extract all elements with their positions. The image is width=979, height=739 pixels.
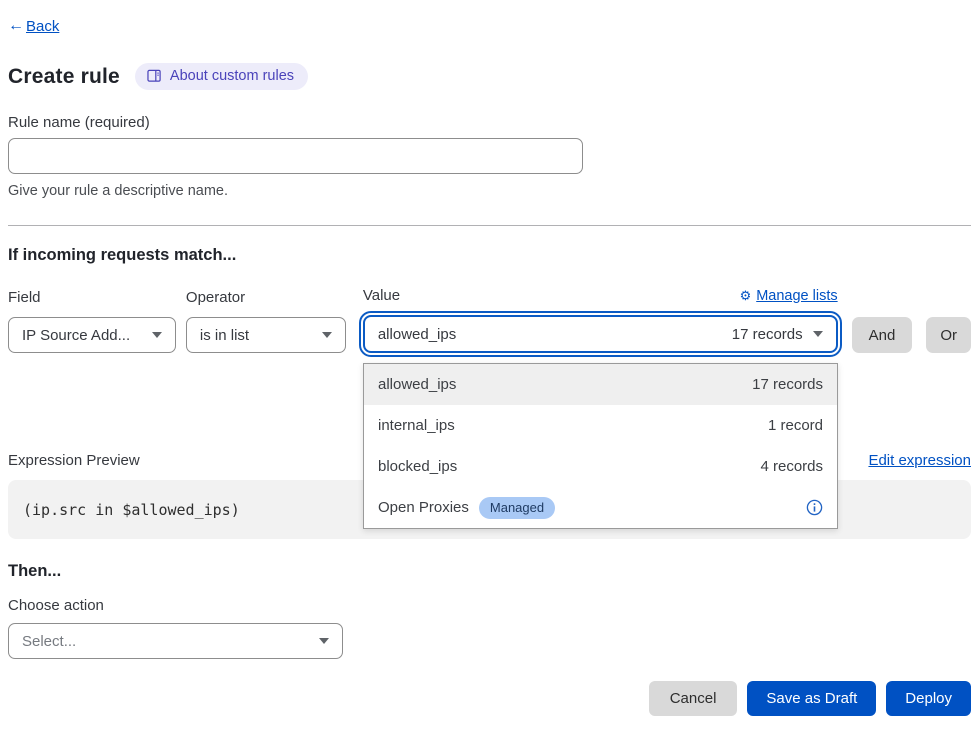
list-option-meta: 1 record [768, 417, 823, 434]
about-badge-label: About custom rules [170, 68, 294, 84]
value-select[interactable]: allowed_ips 17 records [363, 315, 838, 353]
create-rule-page: ←Back Create rule About custom rules Rul… [0, 0, 979, 716]
back-link[interactable]: ←Back [8, 17, 59, 35]
value-label: Value [363, 287, 400, 304]
value-select-value: allowed_ips [378, 326, 456, 343]
back-arrow-icon: ← [8, 17, 24, 35]
deploy-button[interactable]: Deploy [886, 681, 971, 716]
action-select[interactable]: Select... [8, 623, 343, 659]
save-as-draft-button[interactable]: Save as Draft [747, 681, 876, 716]
list-option-allowed-ips[interactable]: allowed_ips 17 records [364, 364, 837, 405]
field-label: Field [8, 289, 176, 306]
expression-code: (ip.src in $allowed_ips) [23, 501, 240, 519]
edit-expression-link[interactable]: Edit expression [868, 452, 971, 469]
list-option-internal-ips[interactable]: internal_ips 1 record [364, 405, 837, 446]
list-option-name: blocked_ips [378, 458, 457, 475]
back-link-label: Back [26, 18, 59, 35]
rule-name-input[interactable] [8, 138, 583, 174]
list-option-meta: 4 records [760, 458, 823, 475]
manage-lists-link[interactable]: ⚙ Manage lists [740, 288, 838, 304]
or-button[interactable]: Or [926, 317, 971, 353]
field-select-value: IP Source Add... [22, 327, 130, 344]
and-button[interactable]: And [852, 317, 913, 353]
info-icon[interactable] [806, 499, 823, 516]
operator-select-value: is in list [200, 327, 249, 344]
manage-lists-label: Manage lists [756, 288, 837, 304]
list-option-name: internal_ips [378, 417, 455, 434]
page-title: Create rule [8, 65, 120, 89]
rule-name-label: Rule name (required) [8, 114, 971, 131]
value-select-records: 17 records [732, 326, 803, 343]
list-option-name: allowed_ips [378, 376, 456, 393]
operator-select[interactable]: is in list [186, 317, 346, 353]
chevron-down-icon [319, 638, 329, 644]
list-dropdown: allowed_ips 17 records internal_ips 1 re… [363, 363, 838, 529]
list-option-meta: 17 records [752, 376, 823, 393]
chevron-down-icon [813, 331, 823, 337]
title-row: Create rule About custom rules [8, 63, 971, 90]
list-option-name: Open Proxies [378, 499, 469, 516]
book-icon [147, 69, 162, 83]
gear-icon: ⚙ [740, 288, 752, 304]
list-option-open-proxies[interactable]: Open Proxies Managed [364, 487, 837, 528]
footer-actions: Cancel Save as Draft Deploy [8, 681, 971, 716]
operator-label: Operator [186, 289, 346, 306]
cancel-button[interactable]: Cancel [649, 681, 738, 716]
then-section-heading: Then... [8, 562, 971, 581]
chevron-down-icon [152, 332, 162, 338]
rule-name-helper: Give your rule a descriptive name. [8, 183, 971, 199]
managed-badge: Managed [479, 497, 555, 519]
about-custom-rules-badge[interactable]: About custom rules [135, 63, 308, 90]
match-section-heading: If incoming requests match... [8, 246, 971, 265]
section-divider [8, 225, 971, 226]
condition-builder: Field IP Source Add... Operator is in li… [8, 287, 971, 353]
chevron-down-icon [322, 332, 332, 338]
field-select[interactable]: IP Source Add... [8, 317, 176, 353]
choose-action-label: Choose action [8, 597, 971, 614]
expression-preview-label: Expression Preview [8, 452, 140, 469]
list-option-blocked-ips[interactable]: blocked_ips 4 records [364, 446, 837, 487]
action-select-placeholder: Select... [22, 633, 76, 650]
